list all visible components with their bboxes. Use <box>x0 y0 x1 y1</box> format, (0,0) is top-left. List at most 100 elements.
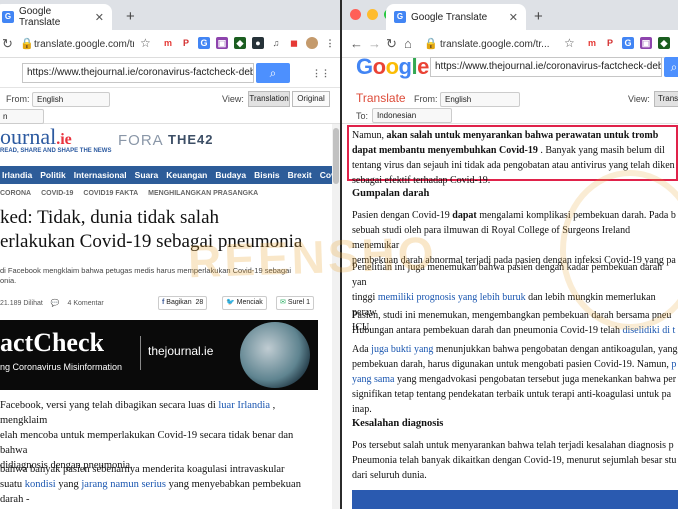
tab-title: Google Translate <box>411 11 488 23</box>
extension-icon[interactable]: ▣ <box>640 37 652 49</box>
bookmark-star-icon[interactable]: ☆ <box>564 36 575 50</box>
left-scrollbar[interactable] <box>332 124 340 509</box>
home-icon[interactable]: ⌂ <box>404 36 412 51</box>
article-link[interactable]: kondisi <box>25 479 56 490</box>
to-language-select[interactable]: n <box>0 109 44 124</box>
tab-google-translate[interactable]: G Google Translate ✕ <box>386 4 526 30</box>
tag[interactable]: MENGHILANGKAN PRASANGKA <box>148 190 258 197</box>
comment-icon: 💬 <box>50 300 60 307</box>
translate-extension-icon[interactable]: G <box>198 37 210 49</box>
tab-bar: G Google Translate ✕ + <box>342 0 678 30</box>
from-label: From: <box>6 94 30 104</box>
translate-label: Translate <box>356 91 406 105</box>
translate-url-input[interactable]: https://www.thejournal.ie/coronavirus-fa… <box>430 57 662 77</box>
close-window-button[interactable] <box>350 9 361 20</box>
translate-go-button[interactable]: ⌕ <box>256 63 290 83</box>
share-label: Menciak <box>236 299 263 306</box>
tag[interactable]: CORONA <box>0 190 31 197</box>
menu-dots-icon[interactable]: ⋮ <box>324 37 336 49</box>
article-headline: ked: Tidak, dunia tidak salah erlakukan … <box>0 207 303 252</box>
view-translation-button[interactable]: Translation <box>248 91 290 107</box>
nav-item[interactable]: Internasional <box>74 170 127 180</box>
close-tab-icon[interactable]: ✕ <box>509 11 518 24</box>
nav-item[interactable]: Budaya <box>215 170 246 180</box>
apps-grid-icon[interactable]: ⋮⋮ <box>312 67 330 79</box>
article-meta: 21.189 Dilihat 💬 4 Komentar <box>0 299 104 308</box>
audio-extension-icon[interactable]: ♫ <box>270 37 282 49</box>
pinterest-extension-icon[interactable]: P <box>604 37 616 49</box>
gmail-extension-icon[interactable]: m <box>162 37 174 49</box>
nav-item[interactable]: Brexit <box>288 170 312 180</box>
bookmark-star-icon[interactable]: ☆ <box>140 36 151 50</box>
address-bar-row: ↻ 🔒 translate.google.com/tr... ☆ m P G ▣… <box>0 30 340 58</box>
site-nav: Irlandia Politik Internasional Suara Keu… <box>0 166 332 184</box>
site-logo[interactable]: ournal.ie <box>0 124 72 150</box>
from-language-select[interactable]: English <box>440 92 520 107</box>
reload-icon[interactable]: ↻ <box>2 36 13 52</box>
translate-options-bar: Translate From: English To: Indonesian V… <box>342 88 678 124</box>
to-label: To: <box>356 111 369 121</box>
email-share-button[interactable]: ✉ Surel 1 <box>276 296 315 310</box>
logo-letter: o <box>385 54 399 79</box>
shield-extension-icon[interactable]: ◆ <box>658 37 670 49</box>
article-link[interactable]: juga bukti yang <box>371 344 433 355</box>
tab-google-translate[interactable]: G Google Translate ✕ <box>0 4 112 30</box>
nav-item[interactable]: Suara <box>135 170 159 180</box>
view-translation-button[interactable]: Transl <box>654 91 678 107</box>
article-paragraph: bahwa banyak pasien sebenarnya menderita… <box>0 462 318 509</box>
section-heading: Gumpalan darah <box>352 188 430 199</box>
nav-item[interactable]: Covid-19 <box>320 170 332 180</box>
translate-url-input[interactable]: https://www.thejournal.ie/coronavirus-fa… <box>22 63 254 83</box>
address-bar-url[interactable]: translate.google.com/tr... <box>440 35 560 54</box>
gmail-extension-icon[interactable]: m <box>586 37 598 49</box>
article-link[interactable]: sama <box>374 374 395 385</box>
dark-extension-icon[interactable]: ● <box>252 37 264 49</box>
red-extension-icon[interactable]: ◼ <box>288 37 300 49</box>
share-count: 28 <box>195 299 204 306</box>
para-text: yang <box>55 479 82 490</box>
address-bar-url[interactable]: translate.google.com/tr... <box>34 35 134 54</box>
the42-brand-link[interactable]: THE42 <box>168 132 213 147</box>
translate-extension-icon[interactable]: G <box>622 37 634 49</box>
para-text: Facebook, versi yang telah dibagikan sec… <box>0 400 219 411</box>
profile-avatar[interactable] <box>306 37 318 49</box>
factcheck-banner-image: actCheck ng Coronavirus Misinformation t… <box>0 320 318 390</box>
article-link[interactable]: luar Irlandia <box>218 400 270 411</box>
article-link[interactable]: memiliki prognosis yang lebih buruk <box>378 292 526 303</box>
back-icon[interactable]: ← <box>350 36 363 51</box>
google-translate-favicon-icon: G <box>394 11 406 23</box>
bold-text: dapat <box>452 210 477 221</box>
facebook-share-button[interactable]: f Bagikan 28 <box>158 296 208 310</box>
banner-title: actCheck <box>0 328 104 357</box>
shield-extension-icon[interactable]: ◆ <box>234 37 246 49</box>
reload-icon[interactable]: ↻ <box>386 36 397 52</box>
pinterest-extension-icon[interactable]: P <box>180 37 192 49</box>
nav-item[interactable]: Keuangan <box>166 170 207 180</box>
nav-item[interactable]: Irlandia <box>2 170 32 180</box>
view-label: View: <box>222 94 244 104</box>
extension-icon[interactable]: ▣ <box>216 37 228 49</box>
from-language-select[interactable]: English <box>32 92 110 107</box>
close-tab-icon[interactable]: ✕ <box>95 11 104 24</box>
site-tagline: READ, SHARE AND SHAPE THE NEWS <box>0 148 112 154</box>
google-logo[interactable]: Google <box>356 54 429 80</box>
scrollbar-thumb[interactable] <box>333 128 339 184</box>
to-language-select[interactable]: Indonesian <box>372 108 452 123</box>
article-paragraph: Ada juga bukti yang menunjukkan bahwa pe… <box>352 342 678 417</box>
nav-item[interactable]: Bisnis <box>254 170 280 180</box>
fora-brand-link[interactable]: FORA <box>118 132 164 149</box>
twitter-share-button[interactable]: 🐦 Menciak <box>222 296 267 310</box>
nav-item[interactable]: Politik <box>40 170 66 180</box>
article-link[interactable]: jarang namun serius <box>81 479 166 490</box>
forward-icon[interactable]: → <box>368 36 381 51</box>
translate-go-button[interactable]: ⌕ <box>664 57 678 77</box>
new-tab-icon[interactable]: + <box>534 8 543 25</box>
tag[interactable]: COVID19 FAKTA <box>83 190 138 197</box>
tag[interactable]: COVID-19 <box>41 190 73 197</box>
minimize-window-button[interactable] <box>367 9 378 20</box>
article-subhead: di Facebook mengklaim bahwa petugas medi… <box>0 266 291 285</box>
comments-count[interactable]: 4 Komentar <box>68 300 104 307</box>
logo-letter: e <box>417 54 429 79</box>
new-tab-icon[interactable]: + <box>126 8 135 25</box>
view-original-button[interactable]: Original <box>292 91 330 107</box>
